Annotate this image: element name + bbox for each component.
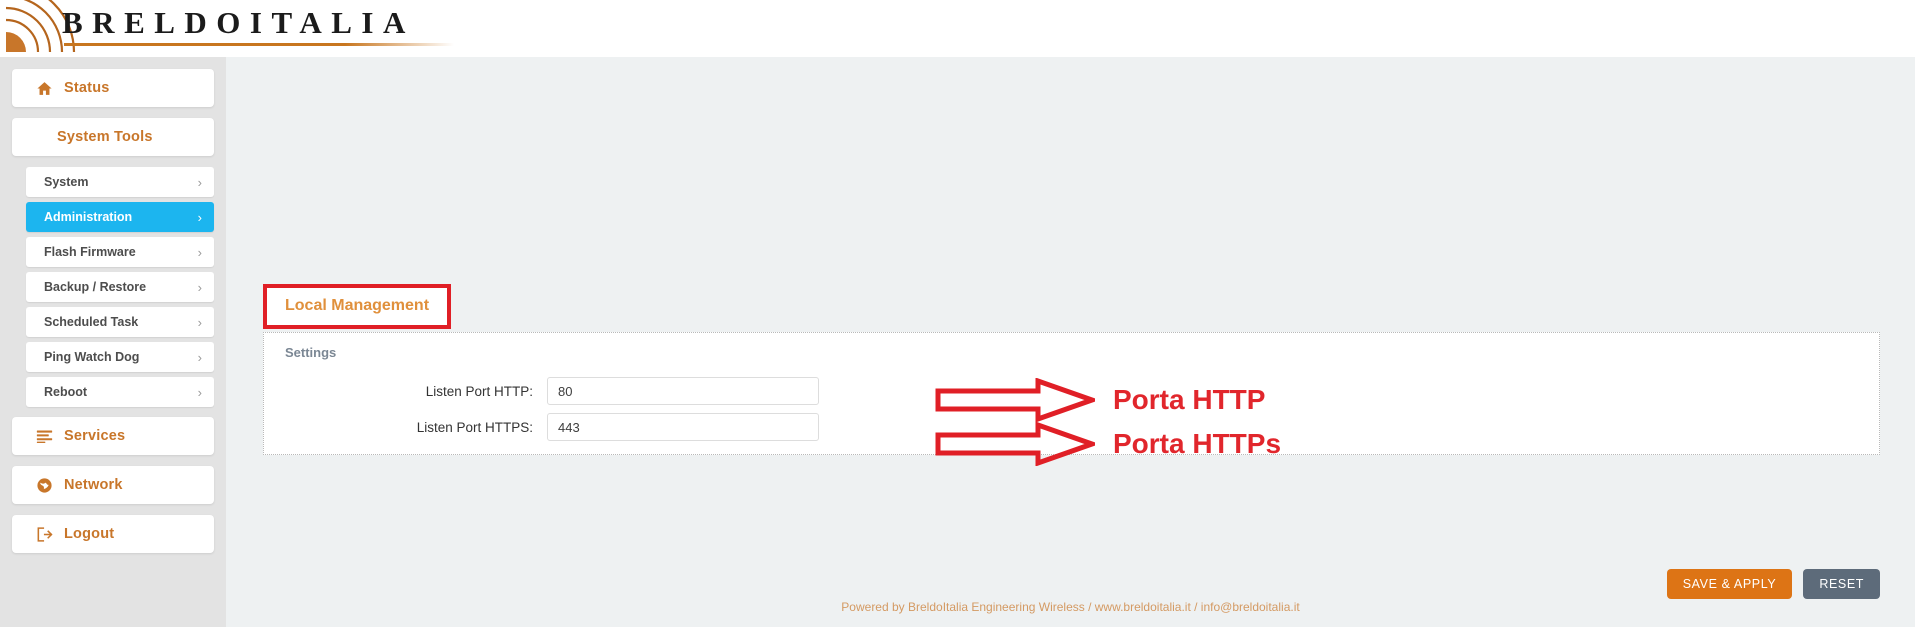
sidebar-item-reboot[interactable]: Reboot ›	[26, 377, 214, 407]
sidebar-item-logout[interactable]: Logout	[12, 515, 214, 553]
annotation-porta-https-label: Porta HTTPs	[1113, 428, 1282, 459]
logo-underline	[64, 43, 454, 46]
sidebar-item-services-label: Services	[64, 428, 126, 444]
chevron-right-icon: ›	[197, 244, 202, 260]
form-actions: SAVE & APPLY RESET	[1666, 569, 1880, 599]
system-tools-submenu: System › Administration › Flash Firmware…	[26, 167, 214, 407]
listen-port-http-input[interactable]	[547, 377, 819, 405]
sidebar-item-administration-label: Administration	[44, 210, 133, 224]
list-bars-icon	[34, 426, 54, 446]
block-arrow-right-icon	[935, 422, 1095, 466]
sidebar-item-scheduled-task[interactable]: Scheduled Task ›	[26, 307, 214, 337]
block-arrow-right-icon	[935, 378, 1095, 422]
globe-icon	[34, 475, 54, 495]
sidebar-item-services[interactable]: Services	[12, 417, 214, 455]
chevron-right-icon: ›	[197, 279, 202, 295]
sidebar-item-network-label: Network	[64, 477, 123, 493]
sidebar-item-system-tools-label: System Tools	[57, 129, 153, 145]
sidebar-item-logout-label: Logout	[64, 526, 115, 542]
listen-port-https-label: Listen Port HTTPS:	[416, 419, 533, 435]
annotation-porta-http: Porta HTTP	[935, 378, 1265, 422]
chevron-right-icon: ›	[197, 174, 202, 190]
sidebar-item-system[interactable]: System ›	[26, 167, 214, 197]
chevron-right-icon: ›	[197, 314, 202, 330]
sidebar-item-reboot-label: Reboot	[44, 385, 88, 399]
reset-button[interactable]: RESET	[1803, 569, 1880, 599]
sign-out-icon	[34, 524, 54, 544]
sidebar-item-flash-firmware-label: Flash Firmware	[44, 245, 136, 259]
logo-text: BRELDOITALIA	[62, 5, 415, 40]
app-header: BRELDOITALIA	[0, 0, 1915, 57]
page-title: Local Management	[285, 297, 430, 314]
chevron-right-icon: ›	[197, 349, 202, 365]
logo[interactable]: BRELDOITALIA	[0, 0, 470, 57]
main-content: Local Management Settings Listen Port HT…	[226, 57, 1915, 627]
sidebar-item-ping-watch-dog[interactable]: Ping Watch Dog ›	[26, 342, 214, 372]
sidebar-item-backup-restore-label: Backup / Restore	[44, 280, 147, 294]
home-icon	[34, 78, 54, 98]
sidebar-item-ping-watch-dog-label: Ping Watch Dog	[44, 350, 140, 364]
annotation-porta-https: Porta HTTPs	[935, 422, 1281, 466]
sidebar-item-flash-firmware[interactable]: Flash Firmware ›	[26, 237, 214, 267]
chevron-right-icon: ›	[197, 384, 202, 400]
chevron-right-icon: ›	[197, 209, 202, 225]
listen-port-https-input[interactable]	[547, 413, 819, 441]
sidebar-item-system-label: System	[44, 175, 89, 189]
sidebar-item-system-tools[interactable]: System Tools	[12, 118, 214, 156]
sidebar-item-status-label: Status	[64, 80, 110, 96]
footer: Powered by BreldoItalia Engineering Wire…	[841, 600, 1300, 614]
sidebar-item-status[interactable]: Status	[12, 69, 214, 107]
sidebar-item-scheduled-task-label: Scheduled Task	[44, 315, 139, 329]
settings-legend: Settings	[285, 345, 337, 360]
sidebar-item-administration[interactable]: Administration ›	[26, 202, 214, 232]
save-apply-button[interactable]: SAVE & APPLY	[1666, 569, 1793, 599]
sidebar-item-network[interactable]: Network	[12, 466, 214, 504]
local-management-tab-annotated[interactable]: Local Management	[263, 284, 452, 329]
sidebar-item-backup-restore[interactable]: Backup / Restore ›	[26, 272, 214, 302]
annotation-porta-http-label: Porta HTTP	[1113, 384, 1266, 415]
sidebar: Status System Tools System › Administrat…	[0, 57, 226, 627]
listen-port-http-label: Listen Port HTTP:	[425, 383, 533, 399]
local-management-tab[interactable]: Local Management	[267, 288, 448, 325]
